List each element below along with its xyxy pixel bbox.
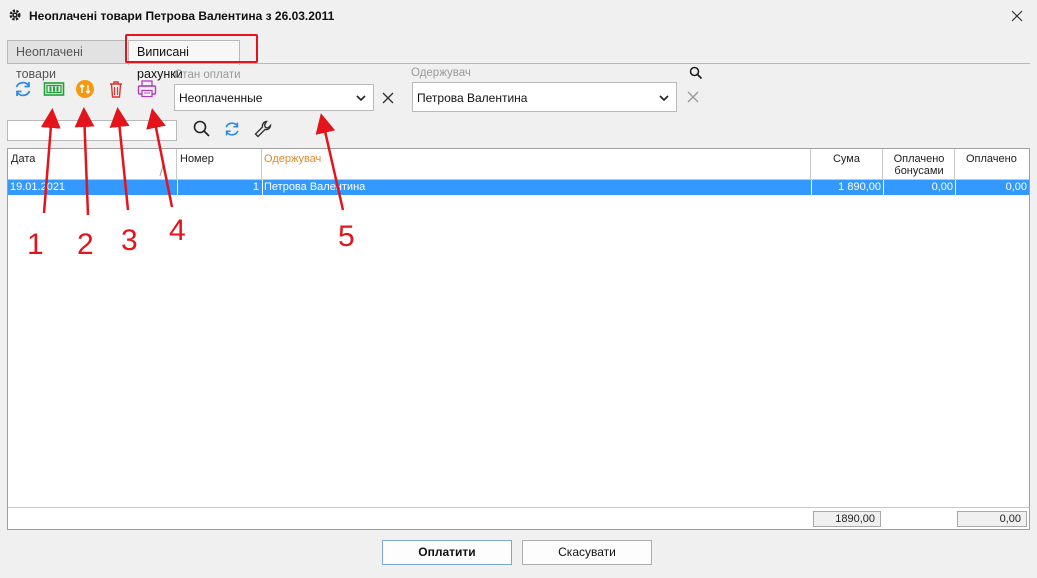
gear-icon bbox=[9, 9, 21, 21]
refresh-icon[interactable] bbox=[222, 119, 242, 139]
pay-button[interactable]: Оплатити bbox=[382, 540, 512, 565]
recipient-select[interactable]: Петрова Валентина bbox=[412, 82, 677, 112]
footer-divider bbox=[8, 507, 1029, 508]
clear-recipient-icon[interactable] bbox=[685, 89, 701, 105]
print-icon[interactable] bbox=[136, 78, 158, 100]
clear-payment-state-icon[interactable] bbox=[380, 90, 396, 106]
search-icon[interactable] bbox=[192, 119, 212, 139]
search-input[interactable] bbox=[7, 120, 177, 141]
annotation-number-2: 2 bbox=[77, 228, 94, 261]
cancel-button[interactable]: Скасувати bbox=[522, 540, 652, 565]
column-header-sum[interactable]: Сума bbox=[811, 149, 883, 179]
search-icon[interactable] bbox=[689, 66, 703, 80]
payment-state-label: Стан оплати bbox=[174, 69, 241, 81]
column-header-recipient[interactable]: Одержувач bbox=[262, 149, 811, 179]
total-paid: 0,00 bbox=[957, 511, 1027, 527]
tabs-divider bbox=[7, 63, 1030, 64]
column-header-paid-bonus[interactable]: Оплачено бонусами bbox=[883, 149, 955, 179]
cell-sum: 1 890,00 bbox=[838, 181, 881, 193]
cell-paid-bonus: 0,00 bbox=[931, 181, 953, 193]
annotation-number-5: 5 bbox=[338, 220, 355, 253]
wrench-icon[interactable] bbox=[253, 119, 273, 139]
exchange-coin-icon[interactable] bbox=[74, 78, 96, 100]
invoices-table: Дата Номер Одержувач Сума Оплачено бонус… bbox=[7, 148, 1030, 530]
payment-state-select[interactable]: Неоплаченные bbox=[174, 84, 374, 111]
cell-number: 1 bbox=[252, 181, 259, 193]
payment-state-value: Неоплаченные bbox=[179, 91, 263, 105]
cell-recipient: Петрова Валентина bbox=[264, 181, 366, 193]
column-separator bbox=[262, 180, 263, 195]
cash-icon[interactable] bbox=[43, 78, 65, 100]
annotation-number-4: 4 bbox=[169, 214, 186, 247]
column-header-date[interactable]: Дата bbox=[8, 149, 177, 179]
title-bar: Неоплачені товари Петрова Валентина з 26… bbox=[0, 0, 1037, 33]
table-row[interactable]: 19.01.2021 1 Петрова Валентина 1 890,00 … bbox=[8, 180, 1029, 195]
annotation-number-3: 3 bbox=[121, 224, 138, 257]
cell-date: 19.01.2021 bbox=[10, 181, 66, 193]
tab-unpaid-goods[interactable]: Неоплачені товари bbox=[7, 40, 126, 81]
chevron-down-icon bbox=[659, 95, 669, 102]
delete-icon[interactable] bbox=[105, 78, 127, 100]
close-icon[interactable] bbox=[1007, 6, 1027, 26]
recipient-value: Петрова Валентина bbox=[417, 91, 528, 105]
refresh-icon[interactable] bbox=[12, 78, 34, 100]
annotation-number-1: 1 bbox=[27, 228, 44, 261]
sort-indicator-icon bbox=[159, 161, 165, 177]
total-sum: 1890,00 bbox=[813, 511, 881, 527]
cell-paid: 0,00 bbox=[1005, 181, 1027, 193]
column-header-number[interactable]: Номер bbox=[177, 149, 262, 179]
column-header-paid[interactable]: Оплачено bbox=[955, 149, 1029, 179]
chevron-down-icon bbox=[356, 95, 366, 102]
tab-issued-invoices[interactable]: Виписані рахунки bbox=[128, 40, 240, 81]
window-title: Неоплачені товари Петрова Валентина з 26… bbox=[29, 9, 335, 23]
recipient-label: Одержувач bbox=[411, 67, 471, 79]
